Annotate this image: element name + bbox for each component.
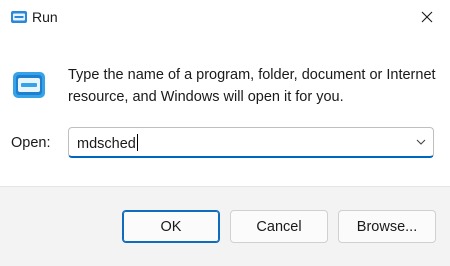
dialog-description: Type the name of a program, folder, docu… bbox=[68, 67, 436, 105]
browse-button[interactable]: Browse... bbox=[338, 210, 436, 243]
run-icon bbox=[11, 11, 27, 23]
run-dialog: Run Type the name of a program, folder, … bbox=[0, 0, 450, 266]
title-bar[interactable]: Run bbox=[0, 0, 450, 34]
close-icon bbox=[421, 11, 433, 23]
ok-button[interactable]: OK bbox=[122, 210, 220, 243]
text-caret bbox=[136, 134, 138, 151]
close-button[interactable] bbox=[404, 0, 450, 34]
window-title: Run bbox=[32, 9, 58, 25]
open-input-text: mdsched bbox=[77, 136, 136, 152]
open-input[interactable]: mdsched bbox=[77, 134, 138, 153]
run-icon bbox=[13, 72, 45, 98]
cancel-button[interactable]: Cancel bbox=[230, 210, 328, 243]
open-combobox[interactable]: mdsched bbox=[68, 127, 434, 158]
open-label: Open: bbox=[11, 135, 51, 151]
chevron-down-icon[interactable] bbox=[415, 136, 427, 148]
